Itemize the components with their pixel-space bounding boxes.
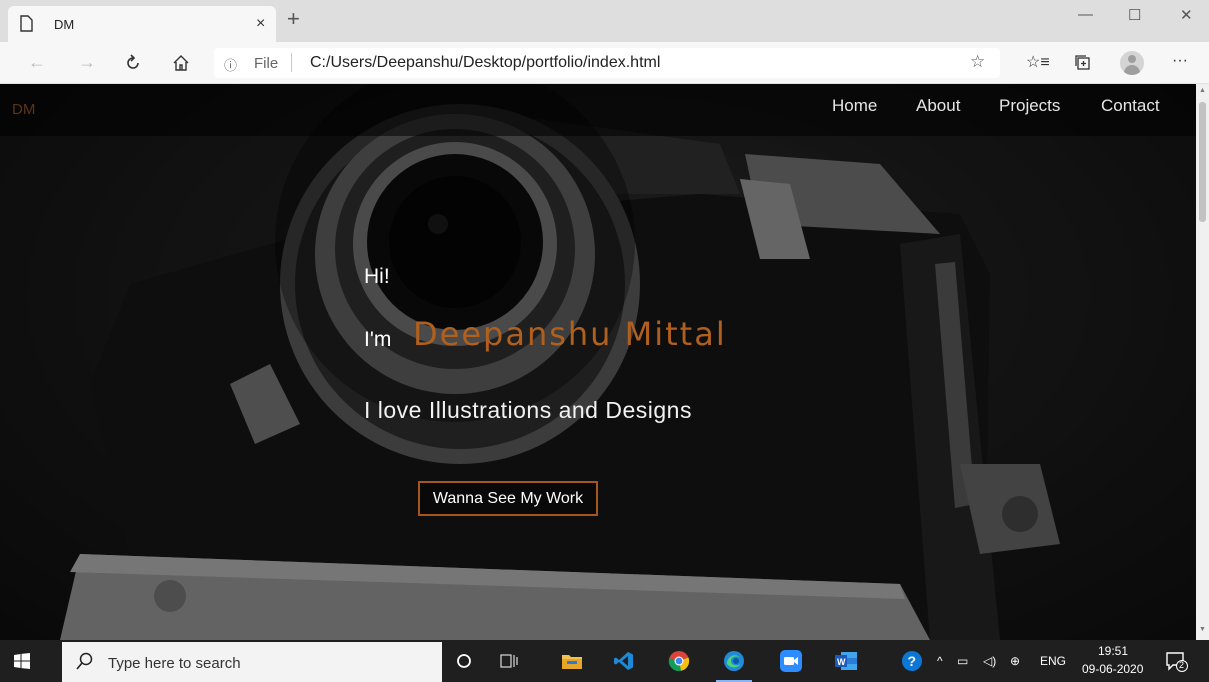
page-icon: [20, 15, 33, 32]
minimize-icon[interactable]: —: [1078, 6, 1093, 23]
home-icon[interactable]: [172, 54, 190, 72]
vertical-scrollbar[interactable]: ▲ ▼: [1196, 84, 1209, 640]
camera-background-image: [0, 84, 1196, 640]
svg-text:?: ?: [908, 653, 917, 669]
maximize-icon[interactable]: ☐: [1128, 6, 1141, 24]
chrome-icon[interactable]: [667, 649, 691, 673]
browser-tab[interactable]: DM ×: [8, 6, 276, 42]
windows-taskbar: Type here to search W ? ^ ▭ ◁) ⊕ ENG 19:…: [0, 640, 1209, 682]
vscode-icon[interactable]: [612, 649, 636, 673]
profile-avatar[interactable]: [1120, 51, 1144, 75]
see-my-work-button[interactable]: Wanna See My Work: [418, 481, 598, 516]
taskbar-search-box[interactable]: Type here to search: [62, 642, 442, 682]
collections-icon[interactable]: [1074, 54, 1091, 71]
notification-count: 2: [1179, 660, 1185, 670]
zoom-icon[interactable]: [779, 649, 803, 673]
nav-projects-link[interactable]: Projects: [999, 96, 1060, 116]
file-scheme-label: File: [254, 55, 279, 72]
address-bar[interactable]: ⓘ File C:/Users/Deepanshu/Desktop/portfo…: [214, 48, 1000, 78]
page-viewport: DM Home About Projects Contact Hi! I'm D…: [0, 84, 1196, 640]
hero-tagline: I love Illustrations and Designs: [364, 397, 692, 423]
forward-icon[interactable]: →: [78, 52, 96, 72]
close-tab-icon[interactable]: ×: [256, 15, 265, 33]
task-view-icon[interactable]: [497, 649, 521, 673]
tab-title: DM: [54, 17, 75, 32]
clock-date[interactable]: 09-06-2020: [1082, 662, 1143, 676]
search-placeholder: Type here to search: [108, 655, 241, 672]
scrollbar-thumb[interactable]: [1199, 102, 1206, 222]
nav-home-link[interactable]: Home: [832, 96, 877, 116]
network-globe-icon[interactable]: ⊕: [1010, 654, 1020, 668]
window-close-icon[interactable]: ✕: [1180, 6, 1193, 24]
favorites-icon[interactable]: ☆≡: [1026, 52, 1050, 72]
clock-time[interactable]: 19:51: [1098, 644, 1128, 658]
search-icon: [76, 652, 93, 670]
new-tab-button[interactable]: +: [287, 8, 300, 30]
hero-im: I'm: [364, 328, 392, 351]
refresh-icon[interactable]: [124, 54, 142, 72]
cortana-icon[interactable]: [452, 649, 476, 673]
back-icon[interactable]: ←: [28, 52, 46, 72]
show-hidden-icons-icon[interactable]: ^: [937, 654, 943, 668]
info-icon[interactable]: ⓘ: [224, 55, 237, 74]
language-indicator[interactable]: ENG: [1040, 654, 1066, 668]
volume-icon[interactable]: ◁): [983, 654, 996, 668]
scroll-down-icon[interactable]: ▼: [1199, 626, 1206, 633]
address-toolbar: ← → ⓘ File C:/Users/Deepanshu/Desktop/po…: [0, 42, 1209, 84]
nav-contact-link[interactable]: Contact: [1101, 96, 1160, 116]
address-separator: [291, 53, 292, 72]
edge-icon[interactable]: [716, 649, 752, 682]
nav-about-link[interactable]: About: [916, 96, 960, 116]
svg-text:W: W: [837, 657, 846, 667]
hero-name: Deepanshu Mittal: [413, 315, 727, 353]
site-logo[interactable]: DM: [12, 101, 35, 118]
scroll-up-icon[interactable]: ▲: [1199, 87, 1206, 94]
windows-start-icon[interactable]: [14, 653, 30, 669]
battery-icon[interactable]: ▭: [957, 654, 968, 668]
hero-greeting: Hi!: [364, 265, 390, 288]
url-text[interactable]: C:/Users/Deepanshu/Desktop/portfolio/ind…: [310, 54, 660, 72]
file-explorer-icon[interactable]: [560, 649, 584, 673]
action-center-icon[interactable]: 2: [1166, 652, 1188, 677]
site-navbar: DM Home About Projects Contact: [0, 84, 1196, 136]
more-menu-icon[interactable]: ···: [1172, 52, 1188, 70]
word-icon[interactable]: W: [834, 649, 858, 673]
favorite-star-icon[interactable]: ☆: [970, 52, 985, 72]
browser-tab-bar: DM × + — ☐ ✕: [0, 0, 1209, 42]
help-icon[interactable]: ?: [900, 649, 924, 673]
